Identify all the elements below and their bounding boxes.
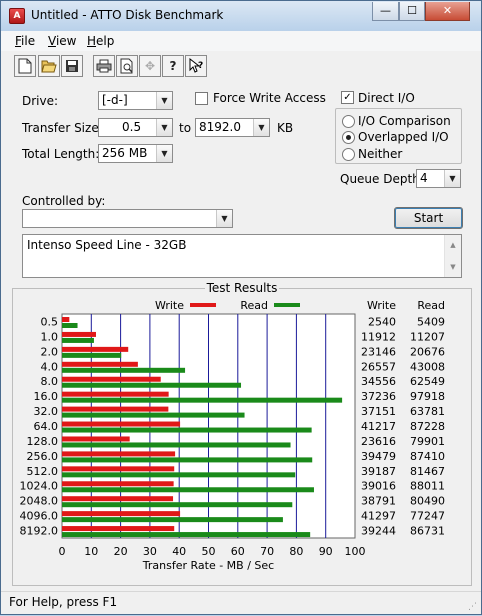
scroll-down-icon[interactable]: ▼ [445, 263, 461, 271]
description-textarea[interactable]: Intenso Speed Line - 32GB ▲ ▼ [22, 234, 462, 278]
transfer-from-value: 0.5 [122, 120, 142, 134]
save-icon[interactable] [61, 55, 83, 77]
controlled-by-label: Controlled by: [22, 194, 106, 208]
overlapped-io-label: Overlapped I/O [358, 130, 449, 144]
menu-file[interactable]: File [15, 34, 35, 48]
total-length-select[interactable]: 256 MB ▼ [98, 144, 173, 163]
queue-depth-select[interactable]: 4 ▼ [416, 169, 461, 188]
transfer-to-value: 8192.0 [199, 120, 241, 134]
menu-help[interactable]: Help [87, 34, 114, 48]
test-results-title: Test Results [204, 281, 280, 295]
menu-help-accel: H [87, 34, 97, 48]
chevron-down-icon: ▼ [253, 119, 269, 136]
neither-radio[interactable] [342, 148, 355, 161]
test-results-group: Test Results [12, 281, 472, 586]
open-icon[interactable] [38, 55, 60, 77]
transfer-size-from-select[interactable]: 0.5 ▼ [98, 118, 173, 137]
atto-app-icon: A [9, 8, 25, 24]
menu-bar: File View Help [1, 31, 481, 51]
description-scrollbar[interactable]: ▲ ▼ [444, 235, 461, 277]
print-icon[interactable] [93, 55, 115, 77]
to-label: to [179, 121, 192, 135]
menu-help-label: elp [96, 34, 115, 48]
status-bar: For Help, press F1 ⋰ [1, 591, 481, 614]
toolbar: ✥ ? ? [1, 52, 481, 79]
transfer-size-label: Transfer Size: [22, 121, 103, 135]
direct-io-checkbox[interactable]: ✓ [341, 91, 354, 104]
force-write-checkbox[interactable] [195, 92, 208, 105]
drive-label: Drive: [22, 94, 59, 108]
chevron-down-icon: ▼ [444, 170, 460, 187]
context-help-icon[interactable]: ? [185, 55, 207, 77]
maximize-button[interactable]: ☐ [399, 2, 425, 21]
menu-view[interactable]: View [48, 34, 76, 48]
chevron-down-icon: ▼ [156, 119, 172, 136]
chevron-down-icon: ▼ [156, 145, 172, 162]
total-length-value: 256 MB [102, 146, 148, 160]
window-title: Untitled - ATTO Disk Benchmark [31, 8, 224, 22]
chevron-down-icon: ▼ [216, 210, 232, 227]
overlapped-io-radio[interactable] [342, 131, 355, 144]
menu-view-accel: V [48, 34, 56, 48]
svg-text:?: ? [198, 61, 203, 71]
menu-file-label: ile [21, 34, 36, 48]
scroll-up-icon[interactable]: ▲ [445, 241, 461, 249]
kb-label: KB [277, 121, 294, 135]
force-write-label: Force Write Access [213, 91, 326, 105]
transfer-size-to-select[interactable]: 8192.0 ▼ [195, 118, 270, 137]
print-preview-icon[interactable] [116, 55, 138, 77]
neither-label: Neither [358, 147, 403, 161]
chevron-down-icon: ▼ [156, 92, 172, 109]
io-comparison-radio[interactable] [342, 115, 355, 128]
minimize-button[interactable]: — [372, 2, 399, 21]
title-bar[interactable]: A Untitled - ATTO Disk Benchmark — ☐ ✕ [1, 1, 481, 31]
drive-select[interactable]: [-d-] ▼ [98, 91, 173, 110]
test-results-title-wrap: Test Results [13, 281, 471, 295]
start-button[interactable]: Start [394, 207, 463, 229]
drive-value: [-d-] [102, 93, 128, 107]
controlled-by-select[interactable]: ▼ [22, 209, 233, 228]
menu-view-label: iew [55, 34, 77, 48]
total-length-label: Total Length: [22, 147, 100, 161]
description-text: Intenso Speed Line - 32GB [27, 238, 187, 252]
help-icon[interactable]: ? [162, 55, 184, 77]
status-text: For Help, press F1 [9, 595, 118, 609]
queue-depth-label: Queue Depth: [340, 172, 424, 186]
queue-depth-value: 4 [420, 171, 428, 185]
io-comparison-label: I/O Comparison [358, 114, 451, 128]
move-icon[interactable]: ✥ [139, 55, 161, 77]
close-button[interactable]: ✕ [425, 2, 470, 21]
app-window: A Untitled - ATTO Disk Benchmark — ☐ ✕ F… [0, 0, 482, 615]
new-icon[interactable] [14, 55, 36, 77]
direct-io-label: Direct I/O [358, 91, 415, 105]
resize-grip-icon[interactable]: ⋰ [468, 602, 477, 612]
